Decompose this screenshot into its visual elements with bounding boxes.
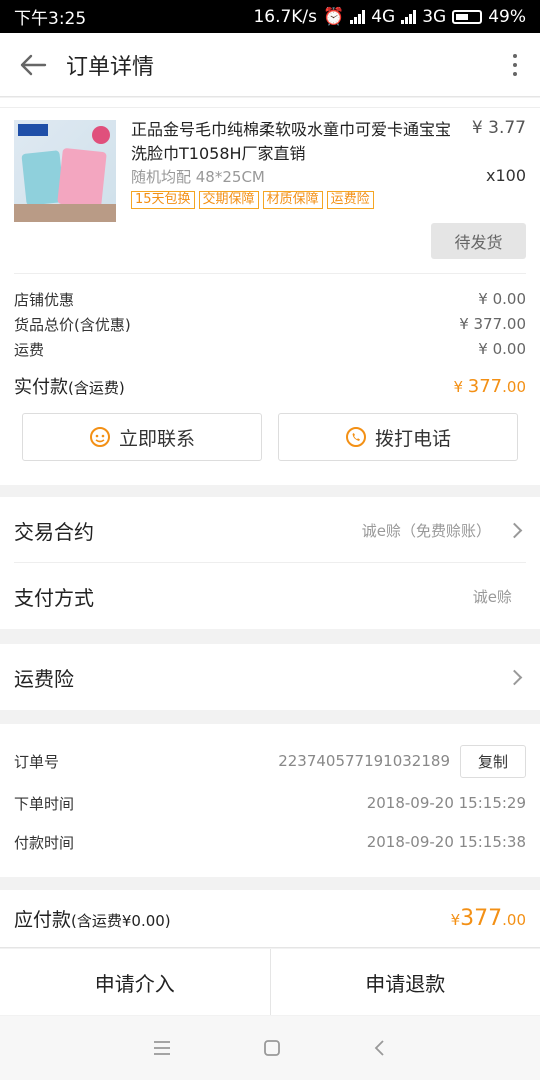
back-triangle-icon[interactable] [373,1039,387,1057]
product-quantity: x100 [485,166,526,185]
paid-amount: ¥ 377.00 [453,375,526,397]
payable-amount: ¥377.00 [450,906,526,931]
service-badge: 材质保障 [262,191,323,209]
payable-label: 应付款(含运费¥0.00) [14,909,171,931]
insurance-label: 运费险 [14,666,74,691]
battery-icon [452,9,483,24]
order-created-row: 下单时间 2018-09-20 15:15:29 [14,786,526,820]
copy-order-number-button[interactable]: 复制 [460,744,526,778]
call-label: 拨打电话 [374,427,451,450]
page-title: 订单详情 [66,54,155,80]
contact-label: 立即联系 [118,427,195,450]
home-square-icon[interactable] [263,1039,281,1057]
apply-intervention-button[interactable]: 申请介入 [0,949,270,1015]
contact-seller-button[interactable]: 立即联系 [22,413,262,461]
payable-total-bar: 应付款(含运费¥0.00) ¥377.00 [0,890,540,948]
service-badge: 交期保障 [198,191,259,209]
service-badges: 15天包换 交期保障 材质保障 运费险 [131,191,374,209]
service-badge: 运费险 [326,191,374,209]
shipping-label: 运费 [14,340,45,359]
arrow-left-icon [20,54,47,75]
status-bar: 下午3:25 16.7K/s ⏰ 4G 3G 49% [0,0,540,33]
network-speed: 16.7K/s [253,6,318,27]
order-paid-label: 付款时间 [14,833,75,852]
status-time: 下午3:25 [14,9,87,29]
paid-amount-row: 实付款(含运费) ¥ 377.00 [14,372,526,400]
order-created-label: 下单时间 [14,794,75,813]
payment-method-row: 支付方式 诚e赊 [0,563,540,629]
shipping-insurance-row[interactable]: 运费险 [0,644,540,710]
chevron-right-icon [506,669,523,685]
payment-label: 支付方式 [14,585,94,610]
order-paid-row: 付款时间 2018-09-20 15:15:38 [14,825,526,859]
contract-value: 诚e赊（免费赊账） [361,521,491,540]
battery-level: 49% [488,6,526,27]
contract-label: 交易合约 [14,519,94,544]
order-number-row: 订单号 223740577191032189 复制 [14,744,526,778]
order-created-value: 2018-09-20 15:15:29 [366,794,526,812]
alarm-icon: ⏰ [323,6,345,27]
network-type-2: 3G [422,6,447,27]
trade-contract-row[interactable]: 交易合约 诚e赊（免费赊账） [0,497,540,563]
paid-label: 实付款(含运费) [14,377,125,398]
goods-total-value: ¥ 377.00 [459,315,526,333]
call-phone-button[interactable]: 拨打电话 [278,413,518,461]
more-dots-icon [513,53,517,58]
shop-discount-row: 店铺优惠 ¥ 0.00 [14,287,526,311]
apply-refund-button[interactable]: 申请退款 [269,949,540,1015]
order-paid-value: 2018-09-20 15:15:38 [366,833,526,851]
product-spec: 随机均配 48*25CM [131,168,265,186]
shipping-row: 运费 ¥ 0.00 [14,337,526,361]
shipping-value: ¥ 0.00 [478,340,526,358]
order-number-label: 订单号 [14,752,60,771]
signal-icon [350,9,366,24]
service-badge: 15天包换 [131,191,195,209]
goods-total-row: 货品总价(含优惠) ¥ 377.00 [14,312,526,336]
more-menu-button[interactable] [490,33,540,97]
order-number-value: 223740577191032189 [278,752,450,770]
bottom-action-bar: 申请介入 申请退款 [0,949,540,1015]
product-price: ¥ 3.77 [471,118,526,138]
divider [14,273,526,274]
signal-icon-2 [401,9,417,24]
back-button[interactable] [0,33,66,97]
product-name[interactable]: 正品金号毛巾纯棉柔软吸水童巾可爱卡通宝宝洗脸巾T1058H厂家直销 [131,118,461,166]
chevron-right-icon [506,522,523,538]
order-status-button[interactable]: 待发货 [431,223,526,259]
nav-bar: 订单详情 [0,33,540,97]
phone-icon [345,427,366,447]
network-type-1: 4G [371,6,396,27]
payment-value: 诚e赊 [472,587,512,606]
product-thumbnail[interactable] [14,120,116,222]
goods-total-label: 货品总价(含优惠) [14,315,131,334]
menu-icon[interactable] [153,1040,171,1056]
system-nav-bar [0,1016,540,1080]
shop-discount-value: ¥ 0.00 [478,290,526,308]
shop-discount-label: 店铺优惠 [14,290,75,309]
chat-face-icon [89,427,110,447]
